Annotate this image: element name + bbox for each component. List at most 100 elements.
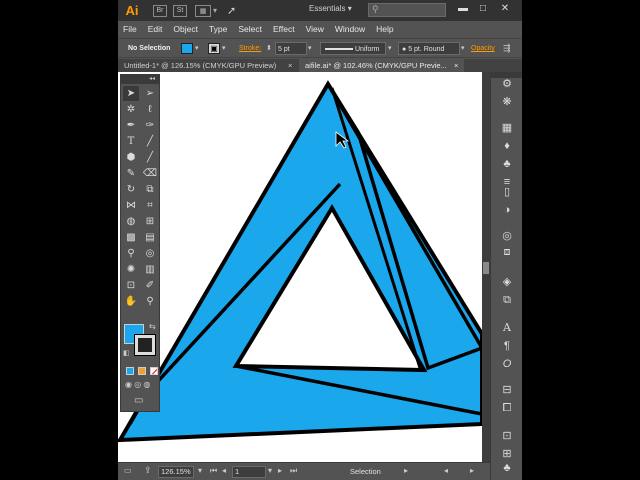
color-mode-icon[interactable] (126, 367, 134, 375)
stock-icon[interactable]: St (173, 4, 187, 17)
blend-tool-icon[interactable]: ◎ (142, 246, 158, 261)
minimize-button[interactable]: ▬ (456, 2, 470, 16)
stroke-swatch[interactable]: ▣ (208, 43, 220, 54)
variable-width-profile[interactable]: Uniform (320, 42, 386, 55)
share-icon[interactable]: ⇪ (144, 465, 152, 476)
close-icon[interactable]: × (288, 59, 292, 72)
maximize-button[interactable]: □ (476, 2, 490, 16)
graphic-styles-icon[interactable]: ⧈ (499, 244, 515, 260)
draw-mode-icon[interactable]: ◉ ◎ ◍ (125, 380, 150, 389)
gradient-mode-icon[interactable] (138, 367, 146, 375)
chevron-down-icon[interactable]: ▾ (198, 466, 202, 475)
screen-mode-icon[interactable]: ▭ (134, 395, 143, 406)
menu-view[interactable]: View (306, 24, 324, 34)
chevron-down-icon[interactable]: ▾ (222, 42, 226, 55)
gradient-tool-icon[interactable]: ▤ (142, 230, 158, 245)
perspective-grid-icon[interactable]: ⊞ (142, 214, 158, 229)
paintbrush-icon[interactable]: ╱ (142, 150, 158, 165)
transparency-icon[interactable]: ◑ (499, 202, 515, 218)
zoom-level-input[interactable]: 126.15% (158, 466, 194, 478)
chevron-down-icon[interactable]: ▾ (388, 42, 392, 55)
tools-panel-header[interactable]: ◂◂ (121, 75, 159, 84)
panel-menu-icon[interactable]: ⇶ (503, 42, 511, 55)
menu-object[interactable]: Object (173, 24, 198, 34)
layers-icon[interactable]: ◈ (499, 274, 515, 290)
hscroll-left-icon[interactable]: ◂ (444, 466, 448, 475)
collapse-icon[interactable]: ◂◂ (149, 75, 155, 82)
swap-colors-icon[interactable]: ⇆ (149, 322, 156, 331)
scroll-thumb[interactable] (483, 262, 489, 274)
pencil-icon[interactable]: ✎ (123, 166, 139, 181)
previous-artboard-icon[interactable]: ◂ (222, 466, 226, 475)
menu-select[interactable]: Select (238, 24, 262, 34)
line-segment-icon[interactable]: ╱ (142, 134, 158, 149)
opacity-label[interactable]: Opacity (471, 42, 495, 55)
menu-effect[interactable]: Effect (273, 24, 295, 34)
next-artboard-icon[interactable]: ▸ (278, 466, 282, 475)
chevron-down-icon[interactable]: ▾ (268, 466, 272, 475)
last-artboard-icon[interactable]: ⏭ (290, 466, 297, 476)
color-panel-icon[interactable]: ❋ (499, 94, 515, 110)
free-transform-icon[interactable]: ⌗ (142, 198, 158, 213)
stroke-color-swatch[interactable] (134, 334, 156, 356)
close-button[interactable]: ✕ (498, 2, 512, 16)
bridge-icon[interactable]: Br (153, 4, 167, 17)
width-tool-icon[interactable]: ⋈ (123, 198, 139, 213)
vertical-scrollbar[interactable] (482, 72, 490, 462)
arrange-documents-icon[interactable]: ▦ (195, 4, 211, 17)
transform-icon[interactable]: ⊡ (499, 428, 515, 444)
chevron-down-icon[interactable]: ▾ (461, 42, 465, 55)
rotate-tool-icon[interactable]: ↻ (123, 182, 139, 197)
fill-swatch[interactable] (181, 43, 193, 54)
eyedropper-icon[interactable]: ⚲ (123, 246, 139, 261)
brushes-icon[interactable]: ♦ (499, 138, 515, 154)
magic-wand-icon[interactable]: ✲ (123, 102, 139, 117)
mesh-tool-icon[interactable]: ▩ (123, 230, 139, 245)
menu-help[interactable]: Help (376, 24, 393, 34)
artboard-number-input[interactable]: 1 (232, 466, 266, 478)
tab-untitled-1[interactable]: Untitled-1* @ 126.15% (CMYK/GPU Preview)… (118, 59, 298, 72)
triangle-artwork[interactable] (118, 72, 482, 462)
tab-aifile[interactable]: aifile.ai* @ 102.46% (CMYK/GPU Previe...… (299, 59, 464, 72)
pen-tool-icon[interactable]: ✒ (123, 118, 139, 133)
club-icon[interactable]: ♣ (499, 460, 515, 476)
curvature-tool-icon[interactable]: ✑ (142, 118, 158, 133)
search-stock-input[interactable]: ⚲ (368, 3, 446, 17)
type-tool-icon[interactable]: T (123, 134, 139, 149)
first-artboard-icon[interactable]: ⏮ (210, 466, 217, 476)
status-menu-icon[interactable]: ▸ (404, 466, 408, 475)
menu-edit[interactable]: Edit (148, 24, 163, 34)
character-icon[interactable]: A (499, 320, 515, 336)
selection-tool-icon[interactable]: ➤ (123, 86, 139, 101)
paragraph-icon[interactable]: ¶ (499, 338, 515, 354)
stroke-weight-input[interactable]: 5 pt (275, 42, 307, 55)
chevron-down-icon[interactable]: ▾ (195, 42, 199, 55)
rectangle-tool-icon[interactable]: ⬢ (123, 150, 139, 165)
scale-tool-icon[interactable]: ⧉ (142, 182, 158, 197)
workspace-switcher[interactable]: Essentials ▾ (309, 4, 352, 13)
artboard-tool-icon[interactable]: ⊡ (123, 278, 139, 293)
default-colors-icon[interactable]: ◧ (123, 349, 130, 357)
eraser-icon[interactable]: ⌫ (142, 166, 158, 181)
stroke-stepper-icon[interactable]: ⬍ (266, 42, 272, 55)
lasso-icon[interactable]: ℓ (142, 102, 158, 117)
pathfinder-icon[interactable]: ⧠ (499, 400, 515, 416)
artboard-canvas[interactable] (118, 72, 482, 462)
direct-selection-tool-icon[interactable]: ➢ (142, 86, 158, 101)
stroke-label[interactable]: Stroke: (239, 42, 261, 55)
chevron-down-icon[interactable]: ▾ (308, 42, 312, 55)
menu-type[interactable]: Type (209, 24, 227, 34)
symbol-sprayer-icon[interactable]: ✺ (123, 262, 139, 277)
none-mode-icon[interactable] (150, 367, 158, 375)
column-graph-icon[interactable]: ▥ (142, 262, 158, 277)
slice-tool-icon[interactable]: ✐ (142, 278, 158, 293)
menu-file[interactable]: File (123, 24, 137, 34)
zoom-tool-icon[interactable]: ⚲ (142, 294, 158, 309)
gradient-panel-icon[interactable]: ▯ (499, 184, 515, 200)
close-icon[interactable]: × (454, 59, 458, 72)
hand-tool-icon[interactable]: ✋ (123, 294, 139, 309)
brush-definition[interactable]: ● 5 pt. Round (398, 42, 460, 55)
swatches-icon[interactable]: ▦ (499, 120, 515, 136)
hscroll-right-icon[interactable]: ▸ (470, 466, 474, 475)
align-icon[interactable]: ⊟ (499, 382, 515, 398)
